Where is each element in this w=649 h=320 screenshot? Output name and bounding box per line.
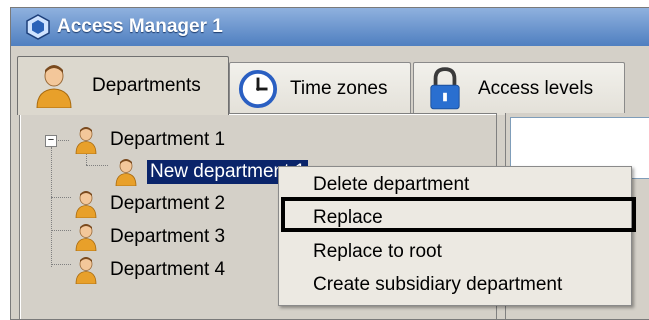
tree-item-department-3[interactable]: Department 3 (75, 222, 228, 252)
person-icon (75, 224, 97, 251)
menu-item-replace-to-root[interactable]: Replace to root (313, 237, 442, 267)
tree-item-label: Department 3 (110, 226, 226, 247)
menu-item-delete-department[interactable]: Delete department (313, 170, 469, 200)
menu-item-create-subsidiary-department[interactable]: Create subsidiary department (313, 270, 562, 300)
person-icon (36, 65, 72, 108)
tree-item-label: Department 2 (110, 193, 226, 214)
tree-item-label: Department 1 (110, 129, 226, 150)
tab-departments[interactable]: Departments (17, 56, 229, 115)
collapse-toggle-icon[interactable]: − (45, 135, 57, 147)
person-icon (75, 127, 97, 154)
tree-connector (86, 165, 108, 166)
tab-departments-label: Departments (92, 75, 201, 96)
tree-item-department-2[interactable]: Department 2 (75, 189, 228, 219)
person-icon (75, 191, 97, 218)
tree-item-department-1[interactable]: Department 1 (75, 125, 228, 155)
person-icon (115, 159, 137, 186)
person-icon (75, 257, 97, 284)
tree-item-department-4[interactable]: Department 4 (75, 255, 228, 285)
tree-connector (55, 140, 69, 141)
tree-connector (51, 147, 52, 267)
tree-connector (51, 264, 71, 265)
tree-item-label: Department 4 (110, 259, 226, 280)
menu-item-replace[interactable]: Replace (313, 203, 383, 233)
tree-connector (51, 197, 71, 198)
context-menu: Delete department Replace Replace to roo… (278, 166, 636, 306)
tree-connector (51, 230, 71, 231)
